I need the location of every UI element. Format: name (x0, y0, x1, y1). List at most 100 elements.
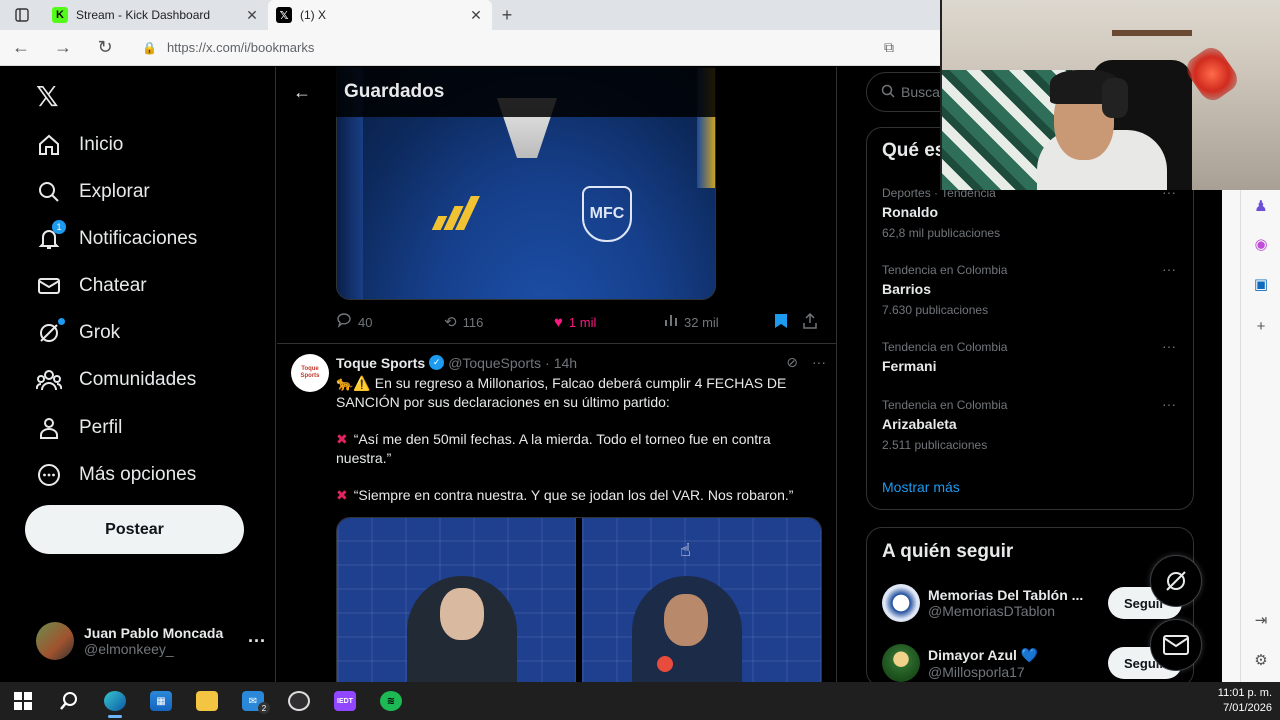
share-button[interactable] (803, 312, 817, 332)
split-screen-icon[interactable]: ⧉ (884, 39, 894, 56)
windows-taskbar: ▦ ✉ 2 IEDT ≋ 11:01 p. m. 7/01/2026 (0, 682, 1280, 720)
tweet-time[interactable]: 14h (554, 355, 577, 371)
like-button[interactable]: ♥ 1 mil (554, 314, 664, 331)
account-switcher[interactable]: Juan Pablo Moncada @elmonkeey_ ··· (36, 621, 266, 661)
grok-floating-button[interactable] (1150, 555, 1202, 607)
back-arrow-icon[interactable]: ← (293, 82, 313, 103)
sidebar-item-grok[interactable]: Grok (36, 318, 120, 348)
sidebar-item-mas-opciones[interactable]: Más opciones (36, 460, 196, 490)
trend-item[interactable]: Tendencia en Colombia Arizabaleta 2.511 … (882, 396, 1182, 452)
tab-x[interactable]: 𝕏 (1) X ✕ (268, 0, 492, 30)
obs-icon[interactable] (276, 682, 322, 720)
close-icon[interactable]: ✕ (244, 7, 260, 24)
who-to-follow-panel: A quién seguir Memorias Del Tablón ... @… (866, 527, 1194, 682)
store-icon[interactable]: ▦ (138, 682, 184, 720)
show-more-link[interactable]: Mostrar más (882, 479, 960, 495)
system-clock[interactable]: 11:01 p. m. 7/01/2026 (1218, 686, 1272, 716)
tweet-author-handle[interactable]: @ToqueSports (448, 355, 541, 371)
more-dots-icon[interactable]: ··· (1162, 396, 1176, 412)
trend-context: Tendencia en Colombia (882, 263, 1008, 277)
bookmark-icon (774, 313, 788, 332)
trend-item[interactable]: Tendencia en Colombia Barrios 7.630 publ… (882, 261, 1182, 317)
sidebar-item-notificaciones[interactable]: 1 Notificaciones (36, 220, 197, 254)
retweet-button[interactable]: ⟲ 116 (444, 313, 554, 331)
grok-icon (36, 318, 65, 346)
tab-actions-icon[interactable] (0, 0, 44, 30)
red-x-icon: ✖ (336, 487, 348, 503)
outlook-icon[interactable]: ▣ (1251, 274, 1271, 294)
search-icon (36, 179, 62, 205)
copilot-icon[interactable]: ◉ (1251, 234, 1271, 254)
suggestion-handle: @Millosporla17 (928, 663, 1025, 680)
sidebar-item-perfil[interactable]: Perfil (36, 413, 122, 443)
adidas-logo-icon (431, 196, 480, 230)
forward-button[interactable]: → (42, 37, 84, 58)
new-tab-button[interactable]: + (492, 5, 522, 26)
sidebar-item-inicio[interactable]: Inicio (36, 130, 123, 160)
more-dots-icon[interactable]: ··· (1162, 338, 1176, 354)
avatar (36, 622, 74, 660)
bookmark-button[interactable] (774, 313, 803, 332)
iedt-app-icon[interactable]: IEDT (322, 682, 368, 720)
reload-button[interactable]: ↻ (84, 37, 126, 58)
club-crest-icon: MFC (582, 186, 632, 242)
grok-icon[interactable]: ⊘ (786, 354, 798, 371)
trend-item[interactable]: Tendencia en Colombia Fermani ··· (882, 338, 1182, 374)
tab-title: (1) X (300, 8, 327, 22)
more-dots-icon[interactable]: ··· (248, 631, 266, 652)
grok-dot (58, 318, 65, 325)
tweet[interactable]: Toque Sports Toque Sports ✓ @ToqueSports… (277, 344, 836, 682)
windows-start-icon[interactable] (0, 682, 46, 720)
search-icon[interactable] (46, 682, 92, 720)
heart-icon: ♥ (554, 313, 563, 331)
more-dots-icon[interactable]: ··· (1162, 261, 1176, 277)
spotify-icon[interactable]: ≋ (368, 682, 414, 720)
post-button[interactable]: Postear (25, 505, 244, 554)
hide-sidebar-icon[interactable]: ⇥ (1251, 610, 1271, 630)
url-field[interactable]: 🔒 https://x.com/i/bookmarks ⧉ (134, 34, 894, 62)
image-panel-left[interactable] (337, 518, 576, 682)
follow-suggestion[interactable]: Memorias Del Tablón ... @MemoriasDTablon… (882, 583, 1182, 623)
settings-gear-icon[interactable]: ⚙ (1251, 650, 1271, 670)
reply-icon (336, 312, 352, 332)
views-icon (664, 313, 678, 331)
reply-button[interactable]: 40 (336, 312, 444, 332)
search-placeholder: Buscar (901, 84, 945, 100)
retweet-count: 116 (462, 314, 484, 330)
share-icon (803, 312, 817, 332)
image-panel-right[interactable] (582, 518, 821, 682)
sidebar-item-chatear[interactable]: Chatear (36, 271, 147, 301)
sidebar-item-label: Grok (79, 322, 121, 343)
suggestion-name: Memorias Del Tablón ... (928, 587, 1084, 603)
edge-browser-icon[interactable] (92, 682, 138, 720)
sidebar-app-icon[interactable]: ♟ (1251, 196, 1271, 216)
more-dots-icon[interactable]: ··· (812, 354, 826, 371)
notification-badge: 1 (52, 220, 66, 234)
views-button[interactable]: 32 mil (664, 313, 774, 331)
page-scrollbar[interactable] (1222, 190, 1240, 682)
sidebar-item-comunidades[interactable]: Comunidades (36, 365, 196, 395)
bell-icon: 1 (36, 220, 66, 252)
trend-count: 7.630 publicaciones (882, 303, 989, 317)
follow-suggestion[interactable]: Dimayor Azul 💙 @Millosporla17 Seguir (882, 643, 1182, 682)
trend-item[interactable]: Deportes · Tendencia Ronaldo 62,8 mil pu… (882, 184, 1182, 240)
avatar (882, 584, 920, 622)
tweet-author-name[interactable]: Toque Sports (336, 355, 425, 371)
close-icon[interactable]: ✕ (468, 7, 484, 24)
file-explorer-icon[interactable] (184, 682, 230, 720)
add-icon[interactable]: + (1251, 316, 1271, 336)
tab-kick-dashboard[interactable]: K Stream - Kick Dashboard ✕ (44, 0, 268, 30)
sidebar-item-label: Chatear (79, 275, 147, 296)
tweet-image[interactable] (336, 517, 822, 682)
clock-time: 11:01 p. m. (1217, 687, 1272, 699)
avatar (882, 644, 920, 682)
mail-app-icon[interactable]: ✉ 2 (230, 682, 276, 720)
messages-floating-button[interactable] (1150, 619, 1202, 671)
headset-icon (1102, 78, 1128, 118)
tweet-quote: ✖ “Siempre en contra nuestra. Y que se jo… (336, 487, 794, 503)
avatar[interactable]: Toque Sports (291, 354, 329, 392)
microphone-icon (657, 656, 673, 672)
sidebar-item-explorar[interactable]: Explorar (36, 177, 150, 207)
back-button[interactable]: ← (0, 37, 42, 58)
x-logo-icon[interactable]: 𝕏 (36, 80, 59, 113)
